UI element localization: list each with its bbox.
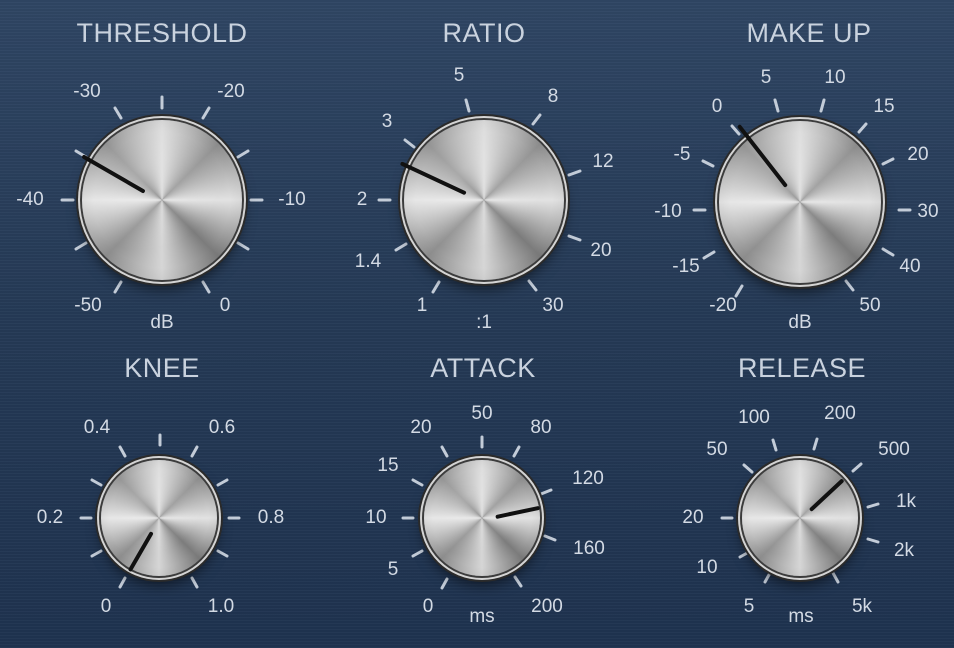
- knee-label-0-4: 0.4: [83, 417, 111, 438]
- makeup-label-30: 30: [917, 201, 939, 222]
- ratio-label-3: 3: [381, 111, 393, 132]
- release-knob-indicator: [808, 478, 845, 512]
- ratio-label-1-4: 1.4: [354, 251, 382, 272]
- ratio-title: RATIO: [442, 18, 526, 48]
- release-label-100: 100: [738, 407, 770, 428]
- makeup-knob-indicator: [736, 123, 789, 188]
- knee-label-1-0: 1.0: [207, 596, 235, 617]
- threshold-label-minus50: -50: [74, 295, 102, 316]
- release-label-2k: 2k: [893, 540, 915, 561]
- release-label-5k: 5k: [851, 596, 873, 617]
- knee-label-0: 0: [100, 596, 112, 617]
- attack-label-50: 50: [471, 403, 493, 424]
- ratio-label-2: 2: [356, 189, 368, 210]
- release-label-10: 10: [696, 557, 718, 578]
- release-label-200: 200: [824, 403, 856, 424]
- ratio-unit-label: :1: [476, 312, 492, 333]
- ratio-label-30: 30: [542, 295, 564, 316]
- attack-knob[interactable]: [424, 460, 541, 576]
- makeup-label-0: 0: [711, 96, 723, 117]
- makeup-label-minus20: -20: [709, 295, 737, 316]
- release-unit-label: ms: [788, 606, 814, 627]
- knee-label-0-2: 0.2: [36, 507, 64, 528]
- makeup-unit-label: dB: [788, 312, 812, 333]
- knee-knob-indicator: [127, 531, 154, 573]
- knee-title: KNEE: [124, 353, 200, 383]
- release-title: RELEASE: [737, 353, 867, 383]
- attack-label-5: 5: [387, 559, 399, 580]
- ratio-label-8: 8: [547, 86, 559, 107]
- threshold-label-minus40: -40: [16, 189, 44, 210]
- threshold-knob-indicator: [81, 154, 146, 194]
- attack-label-160: 160: [573, 538, 605, 559]
- makeup-title: MAKE UP: [746, 18, 872, 48]
- release-knob[interactable]: [742, 460, 858, 576]
- release-label-20: 20: [682, 507, 704, 528]
- makeup-label-40: 40: [899, 256, 921, 277]
- makeup-label-50: 50: [859, 295, 881, 316]
- attack-knob-indicator: [495, 505, 541, 520]
- makeup-knob[interactable]: [719, 121, 881, 283]
- makeup-label-5: 5: [760, 67, 772, 88]
- ratio-label-20: 20: [590, 240, 612, 261]
- release-label-50: 50: [706, 439, 728, 460]
- attack-label-80: 80: [530, 417, 552, 438]
- attack-unit-label: ms: [469, 606, 495, 627]
- attack-label-200: 200: [531, 596, 563, 617]
- ratio-knob[interactable]: [399, 120, 564, 280]
- threshold-label-minus20: -20: [217, 81, 245, 102]
- ratio-label-5: 5: [453, 65, 465, 86]
- makeup-label-minus10: -10: [654, 201, 682, 222]
- threshold-title: THRESHOLD: [76, 18, 248, 48]
- knee-label-0-8: 0.8: [257, 507, 285, 528]
- ratio-knob-indicator: [399, 161, 467, 196]
- attack-label-120: 120: [572, 468, 604, 489]
- makeup-label-15: 15: [873, 96, 895, 117]
- attack-title: ATTACK: [430, 353, 536, 383]
- ratio-label-1: 1: [416, 295, 428, 316]
- makeup-label-20: 20: [907, 144, 929, 165]
- knee-knob[interactable]: [101, 460, 217, 576]
- threshold-label-minus30: -30: [73, 81, 101, 102]
- attack-label-15: 15: [377, 455, 399, 476]
- threshold-label-minus10: -10: [278, 189, 306, 210]
- knee-label-0-6: 0.6: [208, 417, 236, 438]
- makeup-label-minus15: -15: [672, 256, 700, 277]
- makeup-label-10: 10: [824, 67, 846, 88]
- release-label-5: 5: [743, 596, 755, 617]
- release-label-500: 500: [878, 439, 910, 460]
- attack-label-10: 10: [365, 507, 387, 528]
- release-label-1k: 1k: [895, 491, 917, 512]
- threshold-knob[interactable]: [81, 120, 242, 280]
- makeup-label-minus5: -5: [673, 144, 691, 165]
- attack-label-20: 20: [410, 417, 432, 438]
- ratio-label-12: 12: [592, 151, 614, 172]
- threshold-label-0: 0: [219, 295, 231, 316]
- attack-label-0: 0: [422, 596, 434, 617]
- threshold-unit-label: dB: [150, 312, 174, 333]
